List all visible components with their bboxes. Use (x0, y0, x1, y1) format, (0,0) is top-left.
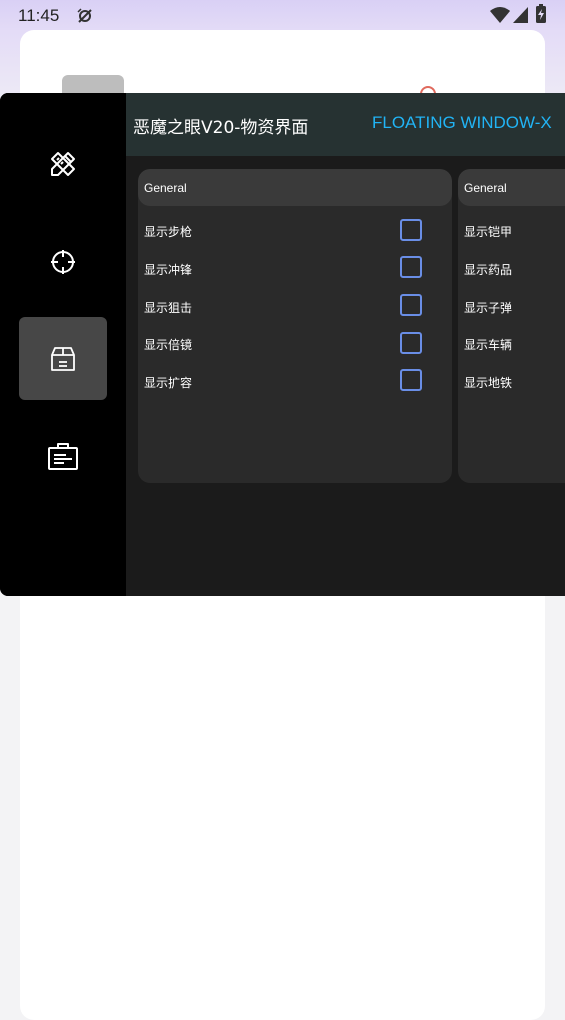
option-label: 显示步枪 (144, 225, 193, 239)
overlay-sidebar (0, 93, 126, 596)
option-label: 显示狙击 (144, 301, 193, 315)
battery-charging-icon (536, 4, 546, 23)
nav-item-supplies[interactable] (19, 317, 107, 400)
panel-header: General (458, 169, 565, 206)
option-label[interactable]: 显示车辆 (464, 336, 512, 353)
cell-signal-icon (513, 7, 528, 23)
clipboard-icon (48, 442, 78, 470)
floating-window[interactable]: 恶魔之眼V20-物资界面 FLOATING WINDOW-X General 显… (0, 93, 565, 596)
shield-off-icon (77, 8, 92, 23)
option-label[interactable]: 显示地铁 (464, 374, 512, 391)
wifi-icon (490, 7, 510, 23)
checkbox-show-rifle[interactable] (400, 219, 422, 241)
nav-item-aim[interactable] (19, 220, 107, 303)
pencil-ruler-icon (51, 151, 75, 176)
checkbox-show-smg[interactable] (400, 256, 422, 278)
checkbox-show-magazine[interactable] (400, 369, 422, 391)
option-label: 显示冲锋 (144, 263, 193, 277)
window-title: 恶魔之眼V20-物资界面 (133, 118, 309, 138)
window-subtitle: FLOATING WINDOW-X (372, 113, 552, 132)
panel-header: General (138, 169, 452, 206)
crosshair-icon (51, 249, 75, 274)
nav-item-info[interactable] (19, 414, 107, 497)
option-label[interactable]: 显示铠甲 (464, 223, 512, 240)
status-bar: 11:45 (0, 0, 565, 32)
option-label: 显示倍镜 (144, 338, 193, 352)
option-label: 显示扩容 (144, 376, 193, 390)
nav-item-edit[interactable] (19, 122, 107, 205)
panel-general-1: General 显示步枪 显示冲锋 显示狙击 显示倍镜 显示扩容 (138, 169, 452, 483)
option-label[interactable]: 显示子弹 (464, 299, 512, 316)
panel-header-label: General (464, 181, 507, 195)
panel-header-label: General (144, 181, 187, 195)
checkbox-show-scope[interactable] (400, 332, 422, 354)
status-time: 11:45 (18, 6, 60, 25)
option-label[interactable]: 显示药品 (464, 261, 512, 278)
overlay-header[interactable]: 恶魔之眼V20-物资界面 FLOATING WINDOW-X (126, 93, 565, 156)
panel-general-2: General 显示铠甲 显示药品 显示子弹 显示车辆 显示地铁 (458, 169, 565, 483)
checkbox-show-sniper[interactable] (400, 294, 422, 316)
package-icon (51, 346, 75, 371)
